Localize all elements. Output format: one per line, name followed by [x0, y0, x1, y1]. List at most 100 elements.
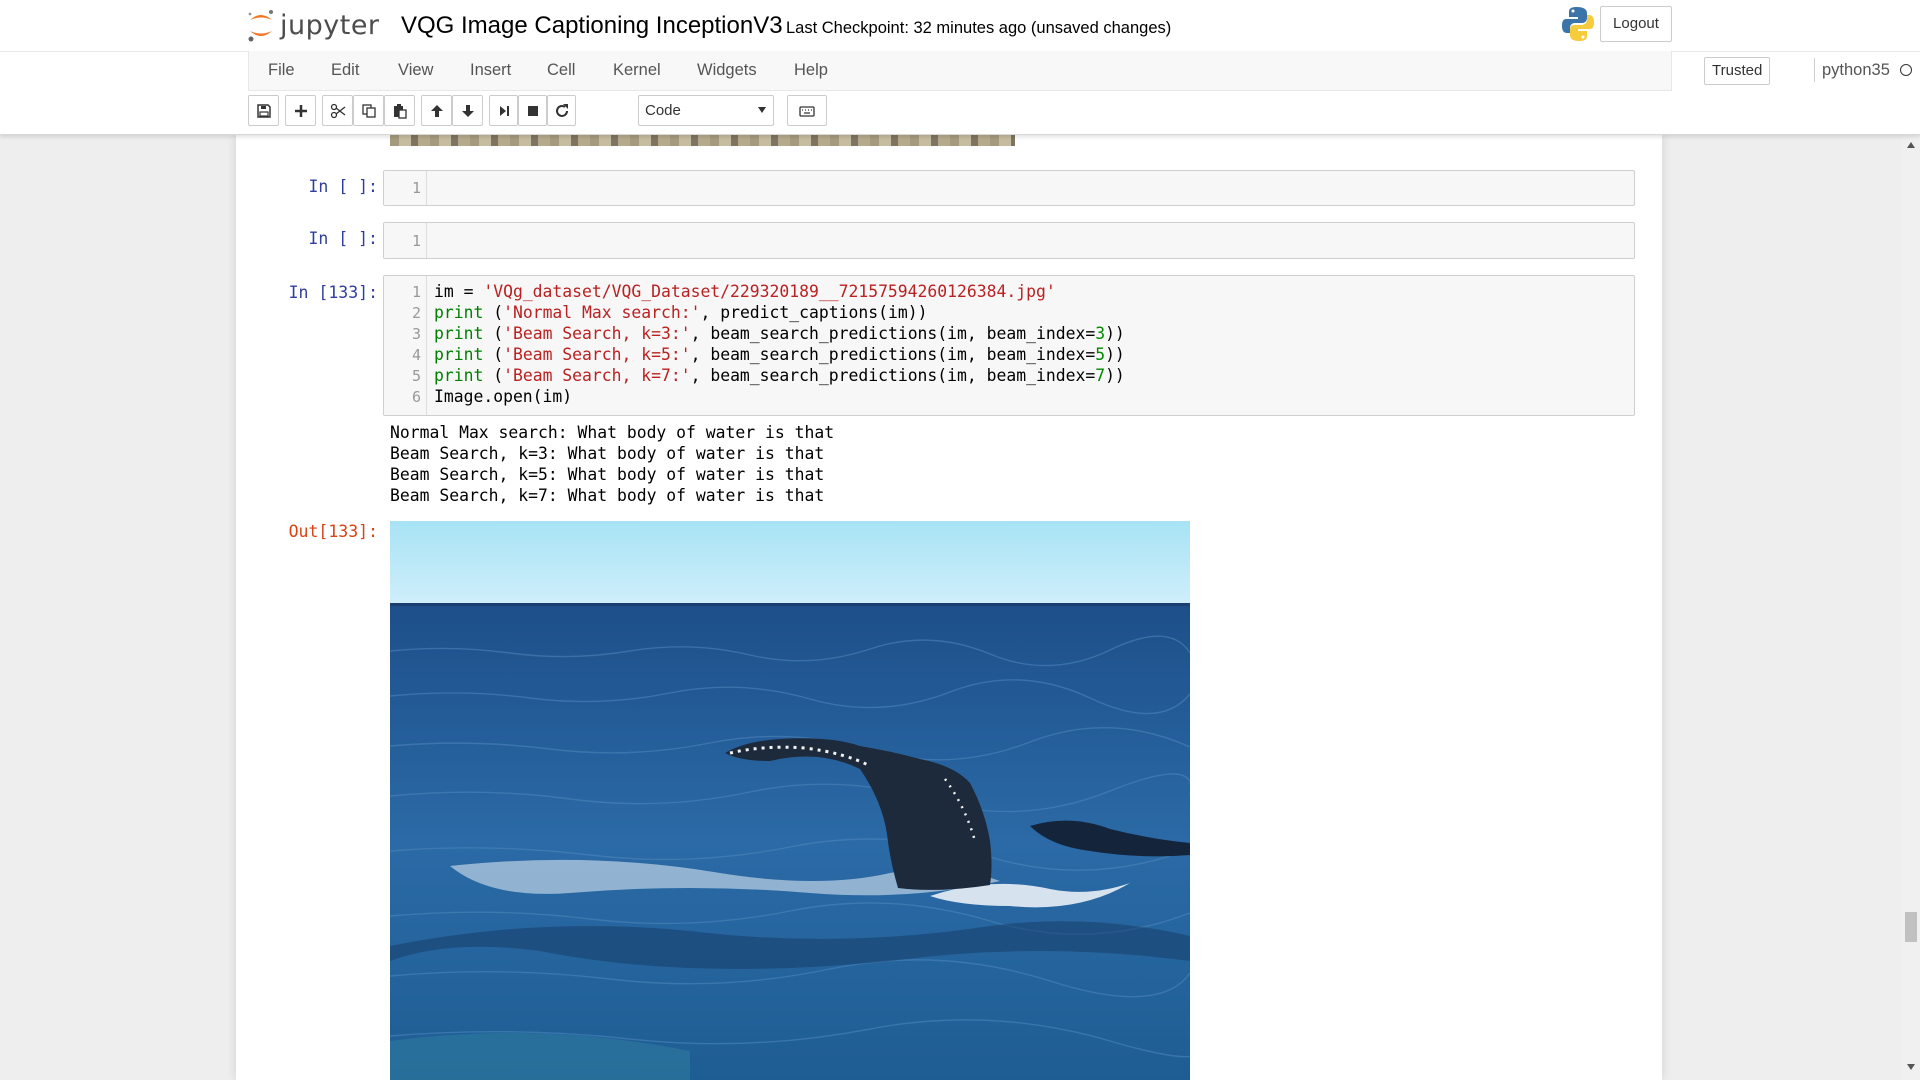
scrollbar-thumb[interactable] — [1905, 912, 1917, 942]
toolbar: Code — [248, 95, 1672, 129]
insert-cell-button[interactable] — [285, 95, 316, 126]
number-token: 7 — [1095, 366, 1106, 385]
run-icon — [499, 105, 509, 116]
restart-icon — [555, 103, 568, 117]
paste-icon — [393, 103, 407, 119]
move-down-button[interactable] — [452, 95, 483, 126]
line-number: 1 — [411, 232, 421, 250]
stdout-line: Beam Search, k=3: What body of water is … — [390, 444, 825, 463]
notebook-name[interactable]: VQG Image Captioning InceptionV3 — [401, 12, 783, 40]
arrow-up-icon — [430, 104, 443, 117]
line-number: 1 — [411, 179, 421, 197]
keyword-token: print — [434, 366, 484, 385]
menu-view[interactable]: View — [398, 61, 433, 80]
logo-text: jupyter — [280, 9, 380, 41]
menu-cell[interactable]: Cell — [547, 61, 575, 80]
scroll-up-icon[interactable] — [1907, 142, 1915, 148]
keyword-token: print — [434, 345, 484, 364]
whale-tail-output-image — [390, 521, 1190, 1080]
code-token: )) — [1105, 345, 1125, 364]
cell-stdout: Normal Max search: What body of water is… — [390, 422, 834, 506]
jupyter-logo[interactable]: jupyter — [246, 6, 380, 44]
kernel-divider — [1814, 58, 1815, 82]
cut-icon — [330, 103, 345, 118]
command-palette-button[interactable] — [787, 95, 827, 126]
code-line: Image.open(im) — [434, 387, 572, 406]
code-line: im = 'VQg_dataset/VQG_Dataset/229320189_… — [434, 282, 1056, 301]
line-number: 4 — [411, 346, 421, 364]
cut-button[interactable] — [322, 95, 353, 126]
line-number: 6 — [411, 388, 421, 406]
kernel-name: python35 — [1822, 61, 1890, 79]
code-cell-input[interactable]: 1 — [383, 170, 1635, 206]
restart-button[interactable] — [547, 95, 576, 126]
code-token: im = — [434, 282, 484, 301]
paste-button[interactable] — [384, 95, 415, 126]
code-token: , beam_search_predictions(im, beam_index… — [690, 366, 1096, 385]
interrupt-button[interactable] — [518, 95, 547, 126]
top-bar: jupyter VQG Image Captioning InceptionV3… — [0, 0, 1920, 52]
stdout-line: Beam Search, k=7: What body of water is … — [390, 486, 825, 505]
copy-button[interactable] — [353, 95, 384, 126]
input-prompt: In [ ]: — [308, 177, 378, 196]
stdout-line: Normal Max search: What body of water is… — [390, 423, 835, 442]
menu-file[interactable]: File — [268, 61, 295, 80]
previous-output-image — [390, 134, 1015, 146]
number-token: 5 — [1095, 345, 1106, 364]
jupyter-logo-icon — [248, 10, 273, 42]
code-token: , beam_search_predictions(im, beam_index… — [690, 345, 1096, 364]
string-token: 'Beam Search, k=5:' — [503, 345, 691, 364]
kernel-idle-indicator — [1900, 64, 1912, 76]
string-token: 'VQg_dataset/VQG_Dataset/229320189__7215… — [483, 282, 1056, 301]
python-logo-icon — [1562, 7, 1594, 41]
notebook-container: In [ ]: 1 In [ ]: 1 In [133]: 1 2 3 4 5 … — [236, 134, 1662, 1080]
code-line: print ('Beam Search, k=5:', beam_search_… — [434, 345, 1125, 364]
code-token: , predict_captions(im)) — [700, 303, 928, 322]
menu-edit[interactable]: Edit — [331, 61, 359, 80]
line-number: 1 — [411, 283, 421, 301]
string-token: 'Normal Max search:' — [503, 303, 701, 322]
code-token: )) — [1105, 366, 1125, 385]
trusted-badge[interactable]: Trusted — [1704, 57, 1771, 85]
arrow-down-icon — [461, 104, 474, 117]
code-cell-input[interactable]: 1 2 3 4 5 6 im = 'VQg_dataset/VQG_Datase… — [383, 275, 1635, 416]
code-token: )) — [1105, 324, 1125, 343]
move-up-button[interactable] — [421, 95, 452, 126]
copy-icon — [361, 103, 376, 118]
keyboard-icon — [799, 105, 815, 117]
string-token: 'Beam Search, k=3:' — [503, 324, 691, 343]
code-token: Image.open(im) — [434, 387, 573, 406]
menu-kernel[interactable]: Kernel — [613, 61, 661, 80]
run-button[interactable] — [489, 95, 518, 126]
code-cell-input[interactable]: 1 — [383, 222, 1635, 259]
scroll-down-icon[interactable] — [1907, 1064, 1915, 1070]
line-number-gutter: 1 2 3 4 5 6 — [384, 276, 427, 415]
line-number: 3 — [411, 325, 421, 343]
string-token: 'Beam Search, k=7:' — [503, 366, 691, 385]
stop-icon — [527, 105, 538, 116]
menu-widgets[interactable]: Widgets — [697, 61, 757, 80]
line-number-gutter: 1 — [384, 223, 427, 258]
code-token: ( — [483, 324, 504, 343]
menu-insert[interactable]: Insert — [470, 61, 511, 80]
stdout-line: Beam Search, k=5: What body of water is … — [390, 465, 825, 484]
page-scrollbar[interactable] — [1902, 134, 1920, 1080]
keyword-token: print — [434, 303, 484, 322]
code-token: ( — [483, 366, 504, 385]
cell-type-value: Code — [645, 102, 681, 119]
logout-button[interactable]: Logout — [1600, 6, 1672, 42]
code-line: print ('Beam Search, k=3:', beam_search_… — [434, 324, 1125, 343]
notebook-header: jupyter VQG Image Captioning InceptionV3… — [0, 0, 1920, 135]
checkpoint-status: Last Checkpoint: 32 minutes ago (unsaved… — [786, 19, 1172, 37]
menu-bar: File Edit View Insert Cell Kernel Widget… — [248, 51, 1912, 91]
menu-help[interactable]: Help — [794, 61, 828, 80]
line-number-gutter: 1 — [384, 171, 427, 205]
input-prompt: In [133]: — [288, 283, 378, 302]
cell-type-select[interactable]: Code — [638, 95, 774, 126]
save-button[interactable] — [248, 95, 279, 126]
line-number: 5 — [411, 367, 421, 385]
code-line: print ('Normal Max search:', predict_cap… — [434, 303, 927, 322]
chevron-down-icon — [758, 107, 766, 113]
code-token: ( — [483, 345, 504, 364]
output-prompt: Out[133]: — [288, 522, 378, 541]
